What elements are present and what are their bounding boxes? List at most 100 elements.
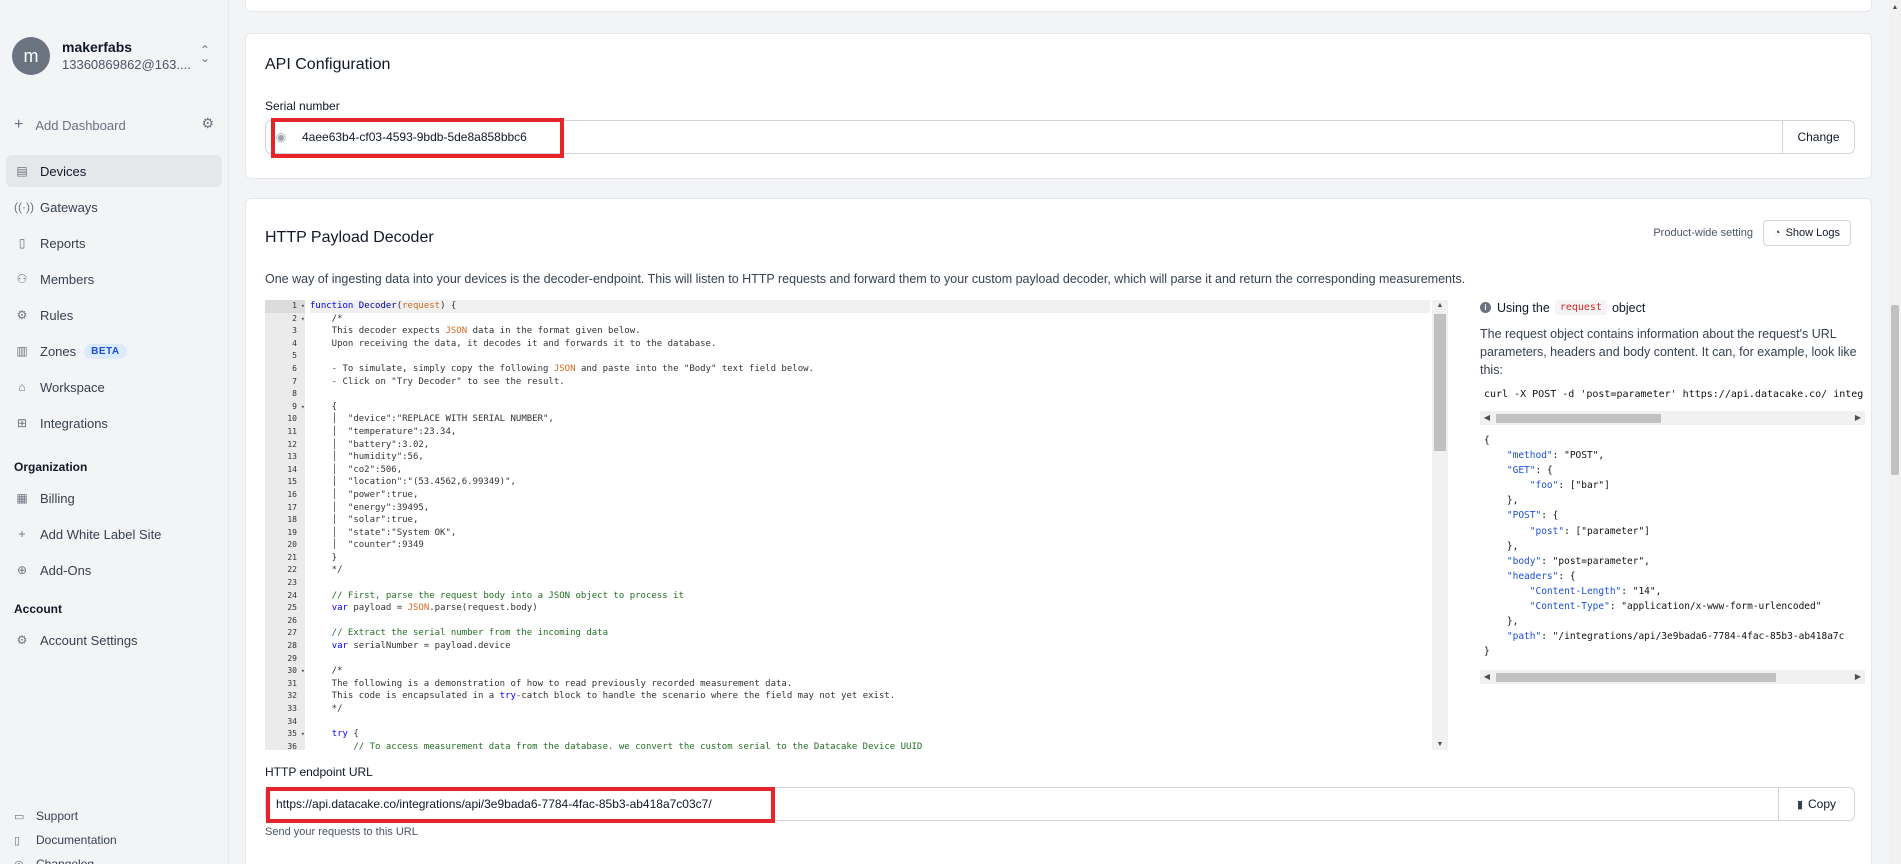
curl-scroll-thumb[interactable] bbox=[1496, 414, 1661, 423]
scroll-right-icon[interactable]: ▶ bbox=[1851, 670, 1865, 684]
endpoint-url-label: HTTP endpoint URL bbox=[265, 765, 373, 779]
request-inline-code: request bbox=[1554, 300, 1607, 315]
add-dashboard-button[interactable]: + Add Dashboard ⚙ bbox=[14, 115, 214, 135]
sidebar-item-integrations[interactable]: ⊞ Integrations bbox=[6, 407, 222, 439]
sidebar-item-label: Zones bbox=[40, 343, 77, 359]
decoder-description: One way of ingesting data into your devi… bbox=[265, 272, 1466, 286]
line-number: 22 bbox=[287, 565, 297, 575]
help-title: i Using the request object bbox=[1480, 300, 1865, 315]
account-switcher[interactable]: m makerfabs 13360869862@163.... ⌃ ⌄ bbox=[12, 34, 216, 78]
chat-icon: ▭ bbox=[14, 810, 25, 823]
editor-code[interactable]: function Decoder(request) { /* This deco… bbox=[310, 300, 1430, 750]
scroll-up-icon[interactable]: ▲ bbox=[1889, 4, 1901, 11]
line-number: 19 bbox=[287, 527, 297, 537]
line-number: 32 bbox=[287, 691, 297, 701]
code-line: - Click on "Try Decoder" to see the resu… bbox=[310, 376, 565, 387]
fold-toggle-icon[interactable]: ▾ bbox=[301, 401, 305, 414]
json-line: "Content-Type": "application/x-www-form-… bbox=[1529, 601, 1822, 613]
fold-toggle-icon[interactable]: ▾ bbox=[301, 313, 305, 326]
sidebar-item-label: Add-Ons bbox=[40, 562, 92, 578]
code-line: This code is encapsulated in a try-catch… bbox=[310, 691, 896, 702]
show-logs-label: Show Logs bbox=[1785, 227, 1840, 239]
code-line: │ "device":"REPLACE WITH SERIAL NUMBER", bbox=[310, 414, 554, 425]
link-label: Support bbox=[36, 809, 79, 823]
editor-scroll-thumb[interactable] bbox=[1434, 314, 1446, 451]
sidebar-item-label: Account Settings bbox=[40, 632, 138, 648]
line-number: 28 bbox=[287, 641, 297, 651]
sidebar-item-label: Rules bbox=[40, 307, 74, 323]
link-support[interactable]: ▭ Support bbox=[14, 804, 117, 828]
copy-button[interactable]: ▮ Copy bbox=[1778, 788, 1854, 820]
line-number: 27 bbox=[287, 628, 297, 638]
beta-badge: BETA bbox=[84, 343, 127, 359]
line-number: 23 bbox=[287, 578, 297, 588]
link-changelog[interactable]: ◎ Changelog bbox=[14, 852, 117, 864]
editor-scrollbar[interactable]: ▲ ▼ bbox=[1432, 300, 1448, 750]
line-number: 34 bbox=[287, 716, 297, 726]
code-line: try { bbox=[331, 729, 359, 740]
fold-toggle-icon[interactable]: ▾ bbox=[301, 300, 305, 313]
sidebar-item-add-white-label-site[interactable]: + Add White Label Site bbox=[6, 518, 222, 550]
line-number: 1 ▾ bbox=[265, 300, 305, 313]
http-payload-decoder-card: HTTP Payload Decoder Product-wide settin… bbox=[245, 198, 1872, 864]
gear-icon[interactable]: ⚙ bbox=[201, 115, 214, 132]
show-logs-button[interactable]: ◔ Show Logs bbox=[1762, 220, 1851, 246]
line-number: 6 bbox=[292, 363, 297, 373]
json-line: "GET": { bbox=[1506, 465, 1553, 477]
page-scrollbar[interactable]: ▲ bbox=[1889, 0, 1901, 864]
code-line: */ bbox=[310, 565, 343, 576]
sidebar-item-workspace[interactable]: ⌂ Workspace bbox=[6, 371, 222, 403]
code-line: │ "temperature":23.34, bbox=[310, 426, 457, 437]
highlight-box-serial bbox=[271, 118, 564, 158]
addons-icon: ⊕ bbox=[16, 563, 28, 577]
scroll-left-icon[interactable]: ◀ bbox=[1480, 411, 1494, 425]
account-heading: Account bbox=[14, 602, 62, 616]
json-line: "POST": { bbox=[1506, 510, 1559, 522]
code-line: │ "humidity":56, bbox=[310, 452, 424, 463]
sidebar-item-members[interactable]: ⚇ Members bbox=[6, 263, 222, 295]
line-number: 24 bbox=[287, 590, 297, 600]
code-editor[interactable]: 1 ▾ 2 ▾ 3 4 5 6 7 8 9 ▾ 10 11 12 13 14 15 16 17 18 19 20 21 22 23… bbox=[265, 300, 1448, 750]
sidebar-item-gateways[interactable]: ((·)) Gateways bbox=[6, 191, 222, 223]
sidebar-item-billing[interactable]: ▦ Billing bbox=[6, 482, 222, 514]
curl-hscrollbar[interactable]: ◀ ▶ bbox=[1480, 411, 1865, 425]
fold-toggle-icon[interactable]: ▾ bbox=[301, 728, 305, 741]
gear-icon: ⚙ bbox=[16, 633, 28, 647]
scroll-down-icon[interactable]: ▼ bbox=[1432, 741, 1448, 748]
line-number: 16 bbox=[287, 489, 297, 499]
sidebar-item-add-ons[interactable]: ⊕ Add-Ons bbox=[6, 554, 222, 586]
code-line: var serialNumber = payload.device bbox=[331, 641, 511, 652]
code-line: │ "co2":506, bbox=[310, 464, 403, 475]
json-line: { bbox=[1484, 435, 1490, 446]
line-number: 18 bbox=[287, 515, 297, 525]
json-line: }, bbox=[1484, 540, 1519, 552]
sidebar-item-devices[interactable]: ▤ Devices bbox=[6, 155, 222, 187]
code-line: │ "solar":true, bbox=[310, 515, 419, 526]
sidebar-item-reports[interactable]: ▯ Reports bbox=[6, 227, 222, 259]
curl-line: curl -X POST -d 'post=parameter' https:/… bbox=[1484, 389, 1864, 400]
fold-toggle-icon[interactable]: ▾ bbox=[301, 665, 305, 678]
home-icon: ⌂ bbox=[18, 380, 26, 394]
sidebar-item-rules[interactable]: ⚙ Rules bbox=[6, 299, 222, 331]
scroll-up-icon[interactable]: ▲ bbox=[1432, 302, 1448, 309]
sidebar-organization: Organization ▦ Billing + Add White Label Si… bbox=[6, 452, 222, 590]
json-line: "path": "/integrations/api/3e9bada6-7784… bbox=[1506, 631, 1845, 643]
json-scroll-thumb[interactable] bbox=[1496, 673, 1776, 682]
sidebar-item-zones[interactable]: ▥ Zones BETA bbox=[6, 335, 222, 367]
json-hscrollbar[interactable]: ◀ ▶ bbox=[1480, 670, 1865, 684]
scroll-right-icon[interactable]: ▶ bbox=[1851, 411, 1865, 425]
rules-icon: ⚙ bbox=[16, 308, 28, 322]
link-documentation[interactable]: ▯ Documentation bbox=[14, 828, 117, 852]
info-icon: i bbox=[1480, 302, 1491, 313]
editor-gutter: 1 ▾ 2 ▾ 3 4 5 6 7 8 9 ▾ 10 11 12 13 14 15 16 17 18 19 20 21 22 23… bbox=[265, 300, 305, 750]
sidebar-bottom-links: ▭ Support ▯ Documentation ◎ Changelog bbox=[14, 804, 117, 864]
line-number: 4 bbox=[292, 338, 297, 348]
sidebar-item-account-settings[interactable]: ⚙ Account Settings bbox=[6, 624, 222, 656]
plus-icon: + bbox=[18, 527, 26, 541]
page-scroll-thumb[interactable] bbox=[1891, 305, 1899, 475]
sidebar: m makerfabs 13360869862@163.... ⌃ ⌄ + Add… bbox=[0, 0, 229, 864]
request-help-panel: i Using the request object The request o… bbox=[1480, 300, 1865, 688]
change-button[interactable]: Change bbox=[1782, 121, 1854, 153]
scroll-left-icon[interactable]: ◀ bbox=[1480, 670, 1494, 684]
